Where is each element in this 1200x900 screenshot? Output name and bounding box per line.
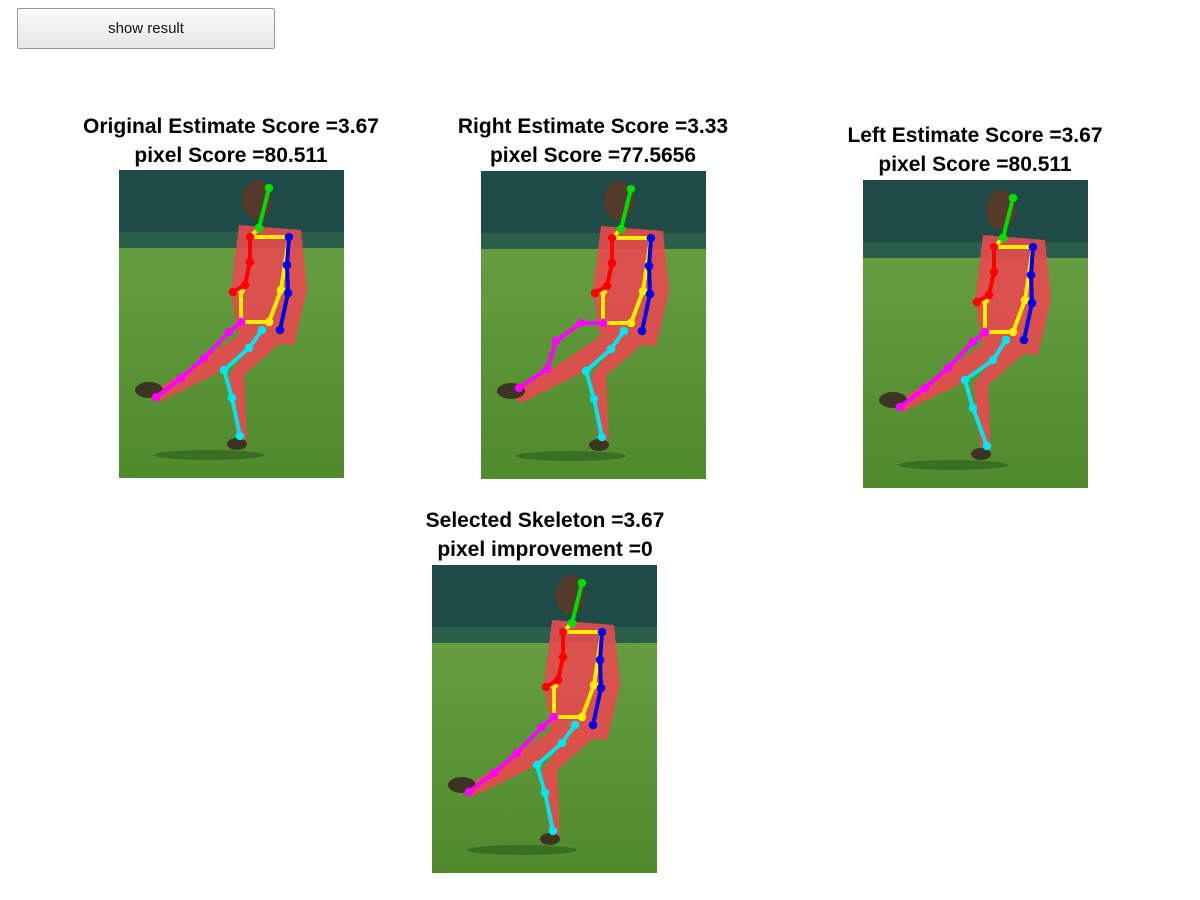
original-estimate-score: Original Estimate Score =3.67 — [83, 115, 379, 138]
show-result-button[interactable]: show result — [17, 8, 275, 49]
right-estimate-score: Right Estimate Score =3.33 — [457, 115, 729, 138]
selected-pixel-improvement: pixel improvement =0 — [437, 538, 653, 561]
original-estimate-image — [119, 170, 344, 478]
right-pixel-score: pixel Score =77.5656 — [489, 144, 697, 167]
panel-original-estimate: Original Estimate Score =3.67 pixel Scor… — [41, 112, 421, 170]
panel-right-estimate: Right Estimate Score =3.33 pixel Score =… — [403, 112, 783, 170]
selected-skeleton-score: Selected Skeleton =3.67 — [425, 509, 665, 532]
left-estimate-image — [863, 180, 1088, 488]
panel-left-estimate: Left Estimate Score =3.67 pixel Score =8… — [785, 121, 1165, 179]
original-pixel-score: pixel Score =80.511 — [134, 144, 328, 167]
left-estimate-score: Left Estimate Score =3.67 — [847, 124, 1103, 147]
panel-selected-skeleton: Selected Skeleton =3.67 pixel improvemen… — [355, 506, 735, 564]
selected-skeleton-image — [432, 565, 657, 873]
right-estimate-image — [481, 171, 706, 479]
left-pixel-score: pixel Score =80.511 — [878, 153, 1072, 176]
